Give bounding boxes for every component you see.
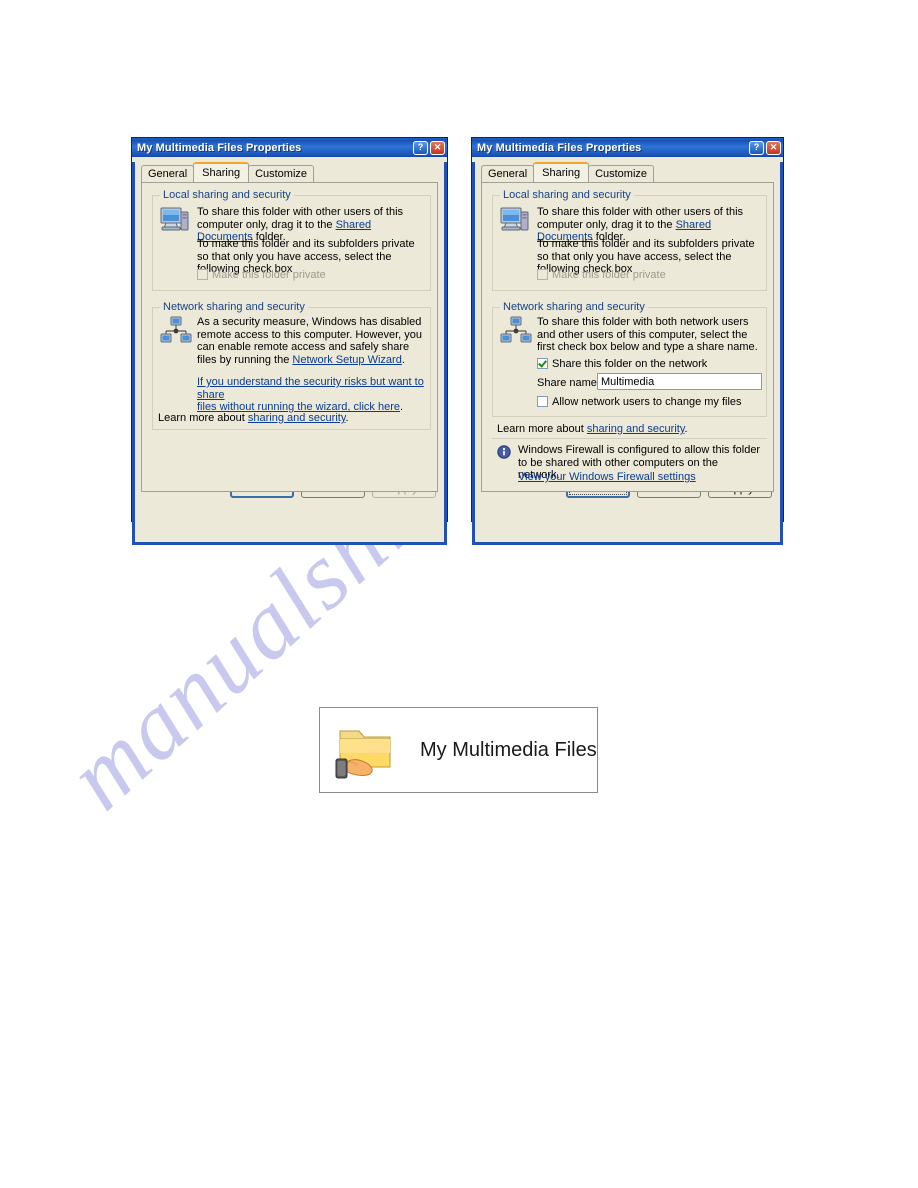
local-sharing-group: Local sharing and security To share this… — [152, 189, 431, 291]
security-risk-link[interactable]: If you understand the security risks but… — [197, 376, 424, 414]
titlebar: My Multimedia Files Properties ? ✕ — [472, 138, 783, 157]
titlebar: My Multimedia Files Properties ? ✕ — [132, 138, 447, 157]
shared-folder-label: My Multimedia Files — [420, 738, 597, 761]
network-sharing-para1: As a security measure, Windows has disab… — [197, 316, 424, 366]
info-icon — [497, 445, 511, 464]
shared-folder-icon — [334, 719, 398, 781]
tab-sharing[interactable]: Sharing — [533, 162, 590, 182]
computer-icon — [500, 206, 530, 239]
tab-page-sharing: Local sharing and security To share this… — [481, 182, 774, 492]
tab-page-sharing: Local sharing and security To share this… — [141, 182, 438, 492]
firewall-settings-link-row: View your Windows Firewall settings — [518, 471, 761, 484]
network-sharing-para1-end: . — [401, 353, 405, 366]
close-icon[interactable]: ✕ — [766, 140, 781, 155]
network-computers-icon — [500, 316, 532, 349]
tab-strip: General Sharing Customize — [481, 162, 780, 182]
firewall-settings-link[interactable]: View your Windows Firewall settings — [518, 471, 696, 483]
close-icon[interactable]: ✕ — [430, 140, 445, 155]
share-folder-label: Share this folder on the network — [552, 358, 708, 370]
dialog-title: My Multimedia Files Properties — [477, 141, 642, 154]
tab-general[interactable]: General — [481, 165, 535, 182]
share-folder-checkbox[interactable] — [537, 358, 548, 369]
tab-customize[interactable]: Customize — [248, 165, 315, 182]
help-icon[interactable]: ? — [413, 140, 428, 155]
learn-more-prefix: Learn more about — [158, 412, 248, 424]
share-name-label: Share name: — [537, 377, 600, 389]
dialog-body: General Sharing Customize Local sharing … — [472, 162, 783, 545]
properties-dialog-left: My Multimedia Files Properties ? ✕ Gener… — [131, 137, 448, 545]
firewall-notice: Windows Firewall is configured to allow … — [492, 438, 767, 486]
allow-change-label: Allow network users to change my files — [552, 396, 742, 408]
share-name-input[interactable]: Multimedia — [597, 373, 762, 390]
learn-more-suffix: . — [345, 412, 349, 424]
security-risk-link-line1[interactable]: If you understand the security risks but… — [197, 376, 424, 401]
learn-more-row: Learn more about sharing and security. — [158, 412, 423, 425]
tab-strip: General Sharing Customize — [141, 162, 444, 182]
dialog-body: General Sharing Customize Local sharing … — [132, 162, 447, 545]
allow-change-checkbox-row: Allow network users to change my files — [537, 396, 742, 408]
make-private-checkbox[interactable] — [537, 269, 548, 280]
make-private-label: Make this folder private — [552, 269, 666, 281]
tab-customize[interactable]: Customize — [588, 165, 655, 182]
make-private-checkbox-row: Make this folder private — [197, 269, 326, 281]
allow-change-checkbox[interactable] — [537, 396, 548, 407]
network-computers-icon — [160, 316, 192, 349]
sharing-and-security-link[interactable]: sharing and security — [248, 412, 346, 424]
tab-general[interactable]: General — [141, 165, 195, 182]
properties-dialog-right: My Multimedia Files Properties ? ✕ Gener… — [471, 137, 784, 545]
learn-more-suffix: . — [684, 423, 688, 435]
make-private-label: Make this folder private — [212, 269, 326, 281]
share-folder-checkbox-row: Share this folder on the network — [537, 358, 707, 370]
network-sharing-para1: To share this folder with both network u… — [537, 316, 758, 353]
make-private-checkbox-row: Make this folder private — [537, 269, 666, 281]
local-sharing-para1-before: To share this folder with other users of… — [537, 206, 744, 231]
network-sharing-group: Network sharing and security — [152, 301, 431, 430]
shared-folder-figure: My Multimedia Files — [319, 707, 598, 793]
tab-sharing[interactable]: Sharing — [193, 162, 250, 182]
make-private-checkbox[interactable] — [197, 269, 208, 280]
sharing-and-security-link[interactable]: sharing and security — [587, 423, 685, 435]
local-sharing-para1-before: To share this folder with other users of… — [197, 206, 404, 231]
network-setup-wizard-link[interactable]: Network Setup Wizard — [292, 354, 401, 366]
learn-more-row: Learn more about sharing and security. — [497, 423, 762, 436]
network-sharing-group: Network sharing and security — [492, 301, 767, 417]
local-sharing-group: Local sharing and security To share this… — [492, 189, 767, 291]
computer-icon — [160, 206, 190, 239]
help-icon[interactable]: ? — [749, 140, 764, 155]
dialog-title: My Multimedia Files Properties — [137, 141, 302, 154]
learn-more-prefix: Learn more about — [497, 423, 587, 435]
